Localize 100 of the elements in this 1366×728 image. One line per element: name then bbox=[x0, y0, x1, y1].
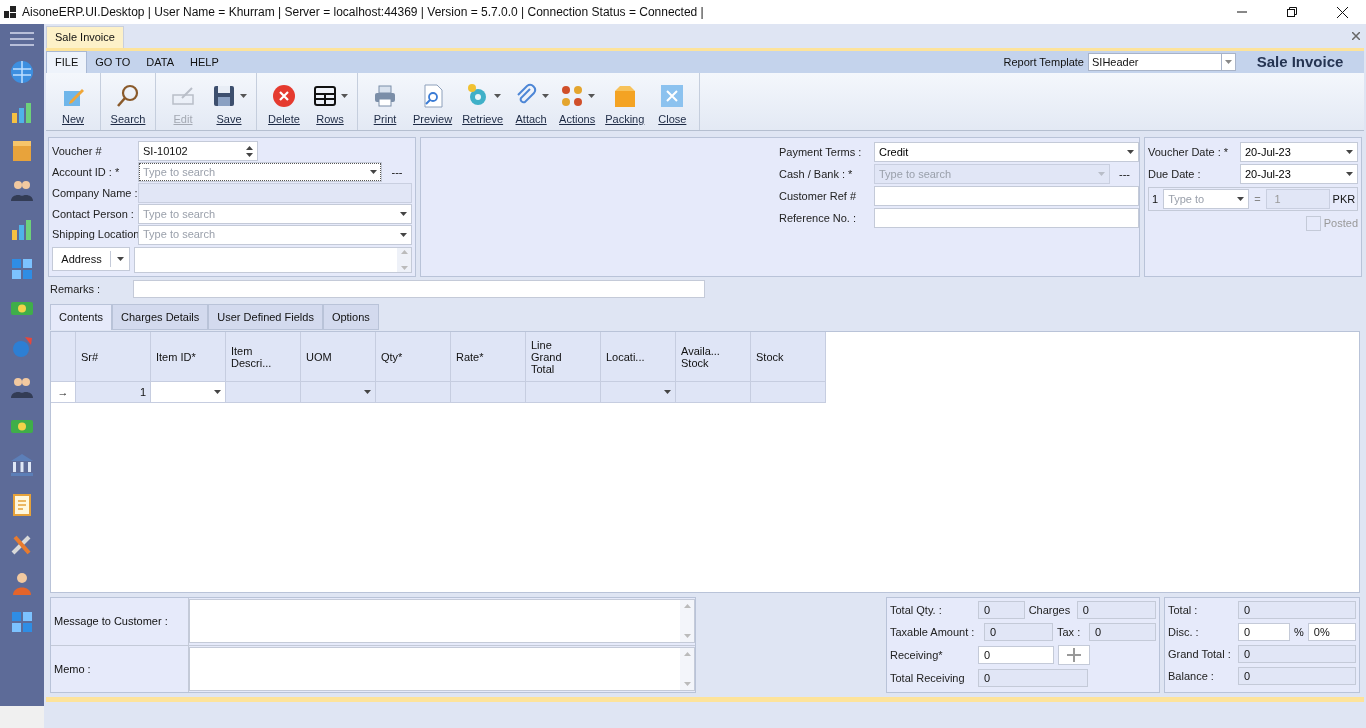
menu-tab[interactable]: FILE bbox=[46, 51, 88, 73]
table-cell[interactable] bbox=[376, 382, 451, 403]
dropdown-field[interactable]: 20-Jul-23 bbox=[1240, 164, 1358, 184]
report-template-label: Report Template bbox=[1003, 54, 1084, 70]
scroll-up-icon[interactable] bbox=[400, 250, 408, 254]
value-field[interactable]: 0 bbox=[978, 669, 1088, 687]
restore-icon[interactable] bbox=[1287, 7, 1297, 17]
company-name-field[interactable] bbox=[138, 183, 412, 203]
table-cell[interactable] bbox=[526, 382, 601, 403]
toolbar-button[interactable]: Actions bbox=[554, 73, 601, 130]
value-field[interactable]: 0 bbox=[1238, 667, 1356, 685]
scroll-up-icon[interactable] bbox=[683, 651, 691, 656]
tab[interactable]: Contents bbox=[50, 304, 113, 330]
menu-icon[interactable] bbox=[10, 32, 34, 46]
column-header[interactable]: Sr# bbox=[76, 332, 151, 382]
column-header[interactable]: Stock bbox=[751, 332, 826, 382]
currency-code: PKR bbox=[1332, 191, 1356, 207]
delete-icon bbox=[271, 82, 297, 109]
value-field[interactable]: 0 bbox=[1076, 601, 1156, 619]
spin-arrows-icon[interactable] bbox=[246, 145, 253, 157]
column-header[interactable]: Line Grand Total bbox=[526, 332, 601, 382]
voucher-number-field[interactable]: SI-10102 bbox=[138, 141, 258, 162]
text-field[interactable] bbox=[874, 208, 1139, 228]
table-cell[interactable] bbox=[451, 382, 526, 403]
column-header[interactable]: Item ID* bbox=[151, 332, 226, 382]
tab[interactable]: Charges Details bbox=[112, 304, 209, 330]
menu-tab[interactable]: GO TO bbox=[87, 51, 139, 73]
caret-icon bbox=[370, 170, 377, 175]
scroll-down-icon[interactable] bbox=[683, 634, 691, 639]
toolbar-button[interactable]: Attach bbox=[508, 73, 555, 130]
value-field[interactable]: 0 bbox=[1089, 623, 1156, 641]
toolbar-button[interactable]: Retrieve bbox=[457, 73, 509, 130]
caret-icon bbox=[493, 93, 501, 98]
table-cell[interactable] bbox=[301, 382, 376, 403]
field-label: Due Date : bbox=[1148, 166, 1202, 182]
field-label: Cash / Bank : * bbox=[779, 166, 854, 182]
rate-text: 1 bbox=[1151, 191, 1160, 207]
dropdown-field[interactable]: 20-Jul-23 bbox=[1240, 142, 1358, 162]
search-icon bbox=[115, 82, 141, 109]
tab[interactable]: Options bbox=[322, 304, 379, 330]
column-header[interactable]: Qty* bbox=[376, 332, 451, 382]
report-template-dropdown[interactable]: SIHeader bbox=[1088, 53, 1236, 71]
bank-icon[interactable] bbox=[9, 452, 35, 479]
caret-icon bbox=[1127, 150, 1134, 154]
value-field[interactable]: 0 bbox=[1238, 601, 1356, 619]
field-label: Company Name : bbox=[52, 185, 138, 201]
table-cell[interactable] bbox=[751, 382, 826, 403]
toolbar-button[interactable]: Packing bbox=[600, 73, 650, 130]
column-header[interactable]: Locati... bbox=[601, 332, 676, 382]
field-label: Reference No. : bbox=[779, 210, 858, 226]
value-field[interactable]: 0 bbox=[978, 601, 1025, 619]
value-field[interactable]: 0% bbox=[1307, 623, 1356, 641]
address-dropdown-button[interactable]: Address bbox=[52, 247, 130, 271]
app-icon bbox=[4, 6, 16, 18]
scroll-up-icon[interactable] bbox=[683, 604, 691, 609]
field-label: Account ID : * bbox=[52, 164, 121, 180]
globe-icon[interactable] bbox=[9, 59, 35, 86]
toolbar-button[interactable]: New bbox=[50, 73, 96, 130]
table-cell[interactable] bbox=[601, 382, 676, 403]
toolbar-button[interactable]: Preview bbox=[408, 73, 458, 130]
printer-icon bbox=[372, 82, 398, 109]
notes-field[interactable] bbox=[189, 599, 695, 644]
remarks-field[interactable] bbox=[133, 280, 705, 298]
toolbar-button[interactable]: Delete bbox=[261, 73, 307, 130]
value-field[interactable]: 0 bbox=[984, 623, 1053, 641]
toolbar-button[interactable]: Save bbox=[206, 73, 252, 130]
address-field[interactable] bbox=[134, 247, 412, 273]
document-tab[interactable]: Sale Invoice bbox=[46, 26, 124, 48]
column-header[interactable]: UOM bbox=[301, 332, 376, 382]
toolbar-button[interactable]: Close bbox=[649, 73, 696, 130]
column-header[interactable]: Availa... Stock bbox=[676, 332, 751, 382]
table-cell[interactable] bbox=[151, 382, 226, 403]
form-title: Sale Invoice bbox=[1255, 51, 1345, 72]
column-header[interactable]: Item Descri... bbox=[226, 332, 301, 382]
toolbar-button[interactable]: Search bbox=[105, 73, 151, 130]
scroll-down-icon[interactable] bbox=[683, 681, 691, 686]
field-label: Remarks : bbox=[50, 281, 102, 297]
text-field[interactable] bbox=[874, 186, 1139, 206]
value-field[interactable]: 0 bbox=[1238, 645, 1356, 663]
bank-info-text: --- bbox=[1118, 166, 1131, 182]
dropdown-field[interactable]: Credit bbox=[874, 142, 1139, 162]
menu-tab[interactable]: DATA bbox=[138, 51, 182, 73]
add-button[interactable] bbox=[1058, 645, 1090, 665]
tab[interactable]: User Defined Fields bbox=[208, 304, 323, 330]
table-cell[interactable]: 1 bbox=[76, 382, 151, 403]
field-label: Receiving* bbox=[890, 647, 944, 663]
toolbar-button[interactable]: Print bbox=[362, 73, 408, 130]
table-cell[interactable] bbox=[226, 382, 301, 403]
column-header[interactable]: Rate* bbox=[451, 332, 526, 382]
value-field[interactable]: 0 bbox=[1238, 623, 1290, 641]
notes-field[interactable] bbox=[189, 646, 695, 691]
menu-tab[interactable]: HELP bbox=[182, 51, 227, 73]
table-cell[interactable] bbox=[676, 382, 751, 403]
toolbar-button[interactable]: Rows bbox=[307, 73, 353, 130]
field-label: Tax : bbox=[1057, 624, 1082, 640]
field-label: Voucher Date : * bbox=[1148, 144, 1230, 160]
caret-icon bbox=[1237, 197, 1245, 201]
scroll-down-icon[interactable] bbox=[400, 266, 408, 270]
close-icon[interactable] bbox=[1337, 6, 1348, 18]
value-field[interactable]: 0 bbox=[978, 646, 1054, 664]
